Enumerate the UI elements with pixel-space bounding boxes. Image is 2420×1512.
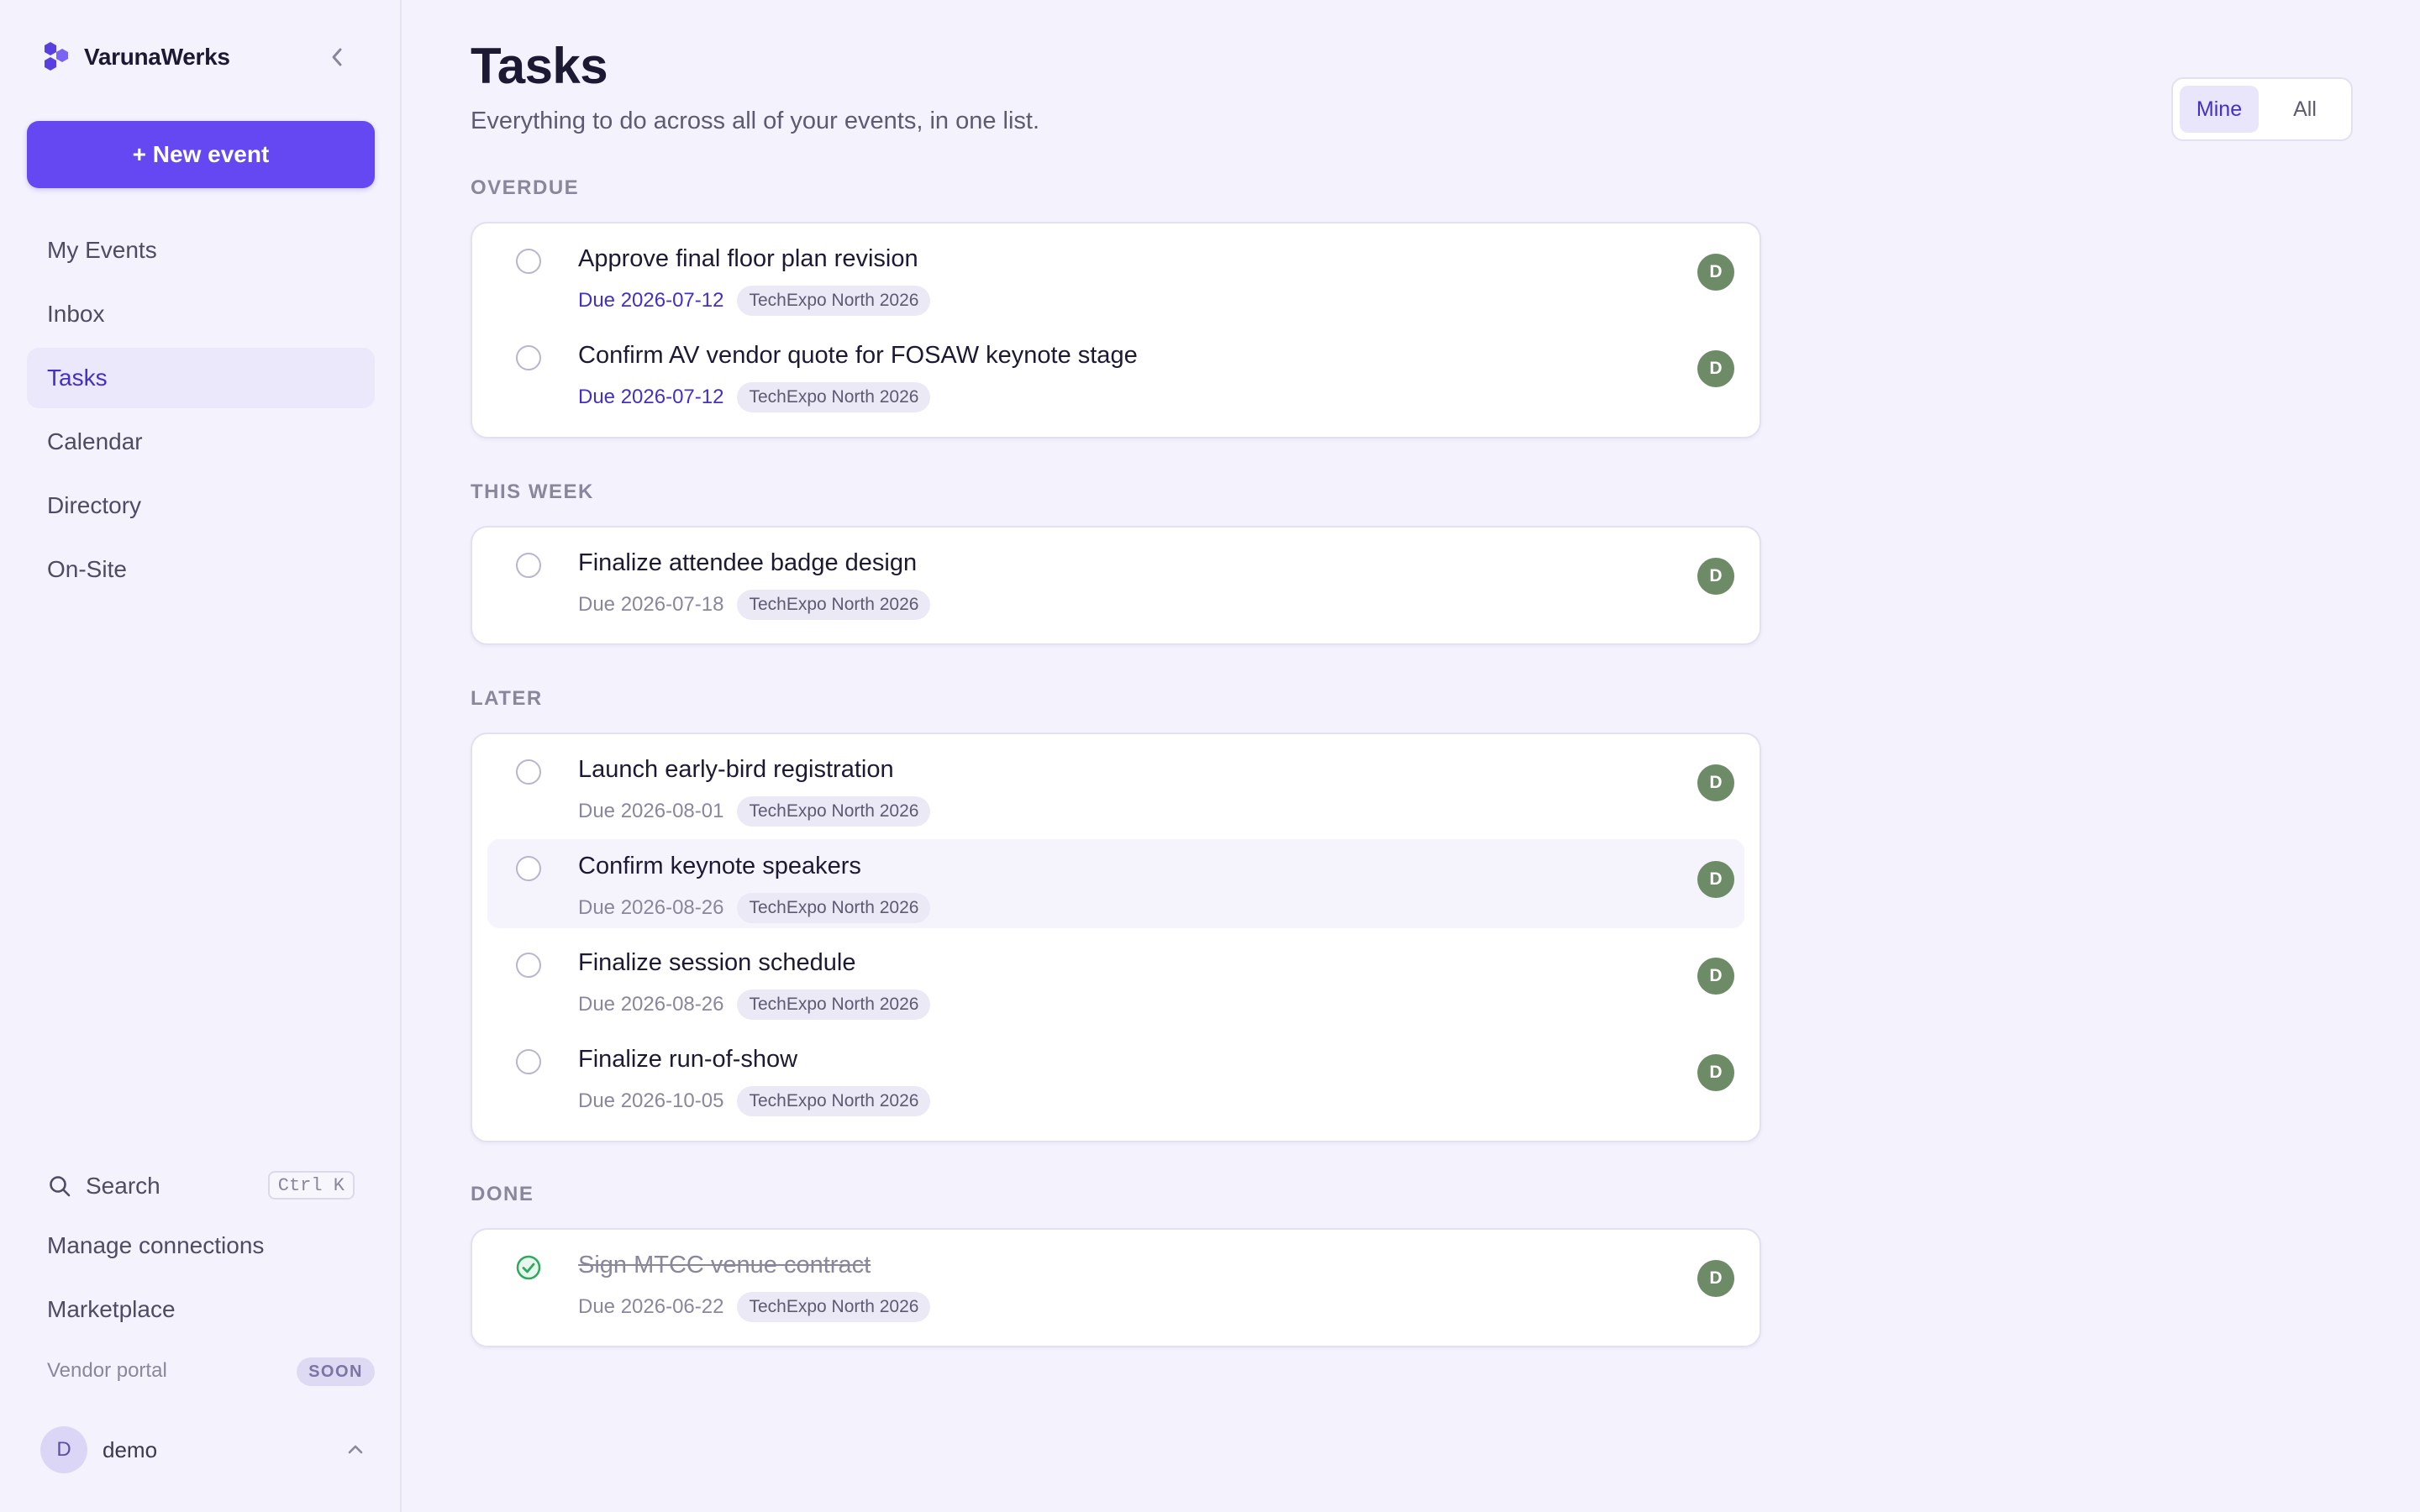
task-title[interactable]: Confirm AV vendor quote for FOSAW keynot…: [578, 342, 1138, 370]
task-title[interactable]: Finalize attendee badge design: [578, 549, 917, 577]
soon-badge: SOON: [297, 1357, 375, 1386]
search-button[interactable]: Search Ctrl K: [27, 1161, 375, 1211]
hexagon-cluster-logo-icon: [45, 42, 68, 71]
section-label-done: DONE: [471, 1183, 534, 1205]
user-menu[interactable]: D demo: [27, 1425, 388, 1475]
assignee-avatar[interactable]: D: [1697, 350, 1734, 387]
task-row[interactable]: Sign MTCC venue contract Due 2026-06-22 Te…: [487, 1238, 1744, 1327]
assignee-avatar[interactable]: D: [1697, 558, 1734, 595]
page-title: Tasks: [471, 38, 608, 94]
task-meta: Due 2026-08-26 TechExpo North 2026: [578, 893, 931, 923]
task-meta: Due 2026-08-01 TechExpo North 2026: [578, 796, 931, 827]
assignee-avatar[interactable]: D: [1697, 764, 1734, 801]
task-list-done: Sign MTCC venue contract Due 2026-06-22 Te…: [471, 1228, 1761, 1347]
assignee-filter: Mine All: [2171, 77, 2353, 141]
filter-all-button[interactable]: All: [2265, 86, 2344, 133]
sidebar-nav: My Events Inbox Tasks Calendar Directory…: [27, 220, 375, 603]
circle-checkbox-icon[interactable]: [516, 345, 541, 370]
event-tag[interactable]: TechExpo North 2026: [737, 590, 931, 620]
task-due-date: Due 2026-08-26: [578, 993, 724, 1016]
task-list-this-week: Finalize attendee badge design Due 2026-0…: [471, 526, 1761, 645]
sidebar-item-my-events[interactable]: My Events: [27, 220, 375, 281]
task-due-date: Due 2026-10-05: [578, 1089, 724, 1112]
assignee-avatar[interactable]: D: [1697, 254, 1734, 291]
task-row[interactable]: Confirm AV vendor quote for FOSAW keynot…: [487, 328, 1744, 417]
assignee-avatar[interactable]: D: [1697, 1260, 1734, 1297]
task-due-date: Due 2026-08-26: [578, 896, 724, 919]
task-row[interactable]: Finalize session schedule Due 2026-08-26 T…: [487, 936, 1744, 1025]
circle-checkbox-icon[interactable]: [516, 759, 541, 785]
circle-checkbox-icon[interactable]: [516, 1049, 541, 1074]
collapse-sidebar-button[interactable]: [324, 42, 350, 72]
brand-name: VarunaWerks: [84, 44, 230, 70]
event-tag[interactable]: TechExpo North 2026: [737, 990, 931, 1020]
event-tag[interactable]: TechExpo North 2026: [737, 1292, 931, 1322]
sidebar-item-inbox[interactable]: Inbox: [27, 284, 375, 344]
page-subtitle: Everything to do across all of your even…: [471, 108, 1040, 134]
search-label: Search: [86, 1173, 160, 1199]
event-tag[interactable]: TechExpo North 2026: [737, 286, 931, 316]
task-meta: Due 2026-07-12 TechExpo North 2026: [578, 382, 931, 412]
task-meta: Due 2026-08-26 TechExpo North 2026: [578, 990, 931, 1020]
user-name: demo: [103, 1436, 158, 1462]
task-due-date: Due 2026-06-22: [578, 1295, 724, 1318]
brand[interactable]: VarunaWerks: [39, 37, 230, 77]
task-meta: Due 2026-10-05 TechExpo North 2026: [578, 1086, 931, 1116]
task-list-later: Launch early-bird registration Due 2026-0…: [471, 732, 1761, 1142]
chevron-left-icon: [332, 48, 342, 66]
manage-connections-link[interactable]: Manage connections: [27, 1216, 395, 1275]
filter-mine-button[interactable]: Mine: [2180, 86, 2259, 133]
search-shortcut-hint: Ctrl K: [267, 1171, 355, 1200]
assignee-avatar[interactable]: D: [1697, 958, 1734, 995]
task-meta: Due 2026-07-12 TechExpo North 2026: [578, 286, 931, 316]
task-due-date: Due 2026-08-01: [578, 800, 724, 822]
circle-checkbox-icon[interactable]: [516, 856, 541, 881]
task-row[interactable]: Confirm keynote speakers Due 2026-08-26 Te…: [487, 839, 1744, 928]
sidebar: VarunaWerks + New event My Events Inbox …: [0, 0, 402, 1512]
task-row[interactable]: Finalize run-of-show Due 2026-10-05 TechEx…: [487, 1032, 1744, 1121]
section-label-overdue: OVERDUE: [471, 176, 580, 199]
assignee-avatar[interactable]: D: [1697, 861, 1734, 898]
section-label-later: LATER: [471, 687, 543, 710]
task-title[interactable]: Sign MTCC venue contract: [578, 1252, 871, 1279]
event-tag[interactable]: TechExpo North 2026: [737, 382, 931, 412]
event-tag[interactable]: TechExpo North 2026: [737, 893, 931, 923]
check-circle-icon[interactable]: [516, 1255, 541, 1280]
search-icon: [50, 1176, 71, 1197]
sidebar-item-on-site[interactable]: On-Site: [27, 539, 375, 600]
task-row[interactable]: Launch early-bird registration Due 2026-0…: [487, 743, 1744, 832]
sidebar-item-calendar[interactable]: Calendar: [27, 412, 375, 472]
assignee-avatar[interactable]: D: [1697, 1054, 1734, 1091]
new-event-button[interactable]: + New event: [27, 121, 375, 188]
task-due-date: Due 2026-07-18: [578, 593, 724, 616]
vendor-portal-label: Vendor portal: [47, 1359, 167, 1382]
section-label-this-week: THIS WEEK: [471, 480, 594, 503]
task-meta: Due 2026-07-18 TechExpo North 2026: [578, 590, 931, 620]
task-title[interactable]: Finalize session schedule: [578, 949, 855, 977]
sidebar-item-tasks[interactable]: Tasks: [27, 348, 375, 408]
marketplace-link[interactable]: Marketplace: [27, 1280, 395, 1339]
vendor-portal-item: Vendor portal SOON: [27, 1349, 395, 1393]
task-row[interactable]: Finalize attendee badge design Due 2026-0…: [487, 536, 1744, 625]
task-title[interactable]: Launch early-bird registration: [578, 756, 894, 784]
circle-checkbox-icon[interactable]: [516, 953, 541, 978]
task-due-date: Due 2026-07-12: [578, 289, 724, 312]
task-row[interactable]: Approve final floor plan revision Due 202…: [487, 232, 1744, 321]
circle-checkbox-icon[interactable]: [516, 553, 541, 578]
task-title[interactable]: Approve final floor plan revision: [578, 245, 918, 273]
task-list-overdue: Approve final floor plan revision Due 202…: [471, 222, 1761, 438]
sidebar-item-directory[interactable]: Directory: [27, 475, 375, 536]
chevron-up-icon[interactable]: [343, 1436, 368, 1462]
event-tag[interactable]: TechExpo North 2026: [737, 1086, 931, 1116]
user-avatar: D: [40, 1426, 87, 1473]
task-due-date: Due 2026-07-12: [578, 386, 724, 408]
task-meta: Due 2026-06-22 TechExpo North 2026: [578, 1292, 931, 1322]
circle-checkbox-icon[interactable]: [516, 249, 541, 274]
task-title[interactable]: Finalize run-of-show: [578, 1046, 797, 1074]
event-tag[interactable]: TechExpo North 2026: [737, 796, 931, 827]
task-title[interactable]: Confirm keynote speakers: [578, 853, 861, 880]
